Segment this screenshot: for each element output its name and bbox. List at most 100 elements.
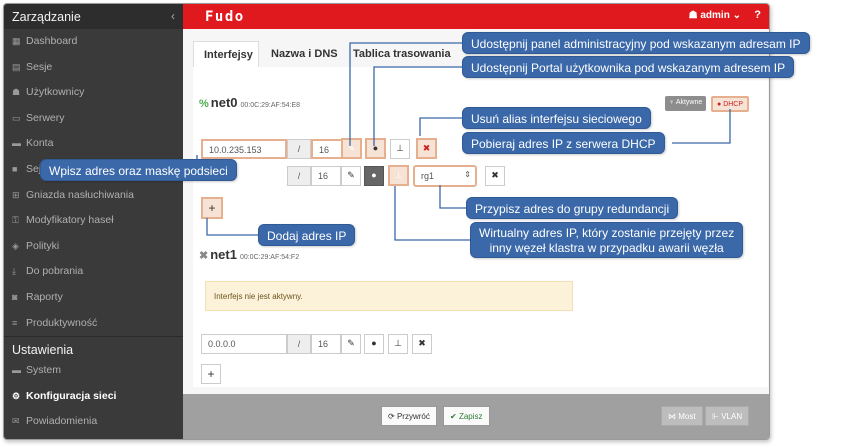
refresh-icon: ⟳ <box>388 412 397 421</box>
film-icon: ▤ <box>12 61 21 72</box>
car-icon: ◙ <box>12 291 18 302</box>
sidebar-item-modyfikatory-haseł[interactable]: ⚿ Modyfikatory haseł <box>4 208 183 234</box>
callout-admin-panel: Udostępnij panel administracyjny pod wsk… <box>462 32 810 54</box>
sidebar-item-polityki[interactable]: ◈ Polityki <box>4 234 183 260</box>
vlan-button[interactable]: ⊩ VLAN <box>705 406 750 426</box>
folder-icon: ▬ <box>12 365 21 376</box>
dhcp-badge[interactable]: ● DHCP <box>711 96 750 112</box>
sidebar-item-serwery[interactable]: ▭ Serwery <box>4 106 183 132</box>
sidebar-item-użytkownicy[interactable]: ☗ Użytkownicy <box>4 80 183 106</box>
netmask-input-net1[interactable]: 16 <box>311 334 341 354</box>
vlan-icon: ⊩ <box>712 412 722 421</box>
add-ip-button-net1[interactable]: + <box>201 364 221 384</box>
user-menu[interactable]: ☗ admin ⌄ <box>689 10 741 21</box>
sitemap-icon[interactable]: ⊥ <box>390 139 410 159</box>
user-icon: ☗ <box>688 10 701 21</box>
tab-name-dns[interactable]: Nazwa i DNS <box>261 41 348 67</box>
sidebar-item-label: Serwery <box>26 111 65 124</box>
globe-button-icon[interactable]: ● <box>365 138 386 159</box>
check-icon: ✔ <box>450 412 459 421</box>
globe-icon-net1[interactable]: ● <box>364 334 384 354</box>
wrench-icon[interactable]: ✎ <box>341 138 362 159</box>
ip-address-input-1[interactable]: 10.0.235.153 <box>201 139 287 159</box>
add-ip-button[interactable]: + <box>201 197 223 219</box>
revert-button[interactable]: ⟳ Przywróć <box>381 406 437 426</box>
chevron-left-icon[interactable]: ‹ <box>171 9 175 23</box>
bulb-icon: ♀ <box>669 99 676 106</box>
active-badge[interactable]: ♀ Aktywne <box>665 96 707 111</box>
bridge-button[interactable]: ⋈ Most <box>661 406 703 426</box>
link-icon: % <box>199 98 209 110</box>
sidebar-item-konta[interactable]: ▬ Konta <box>4 131 183 157</box>
sidebar-item-system[interactable]: ▬ System <box>4 358 183 384</box>
cogs-icon: ⚙ <box>12 390 21 401</box>
sidebar-section-settings: Ustawienia <box>4 336 183 358</box>
active-badge-label: Aktywne <box>675 99 703 106</box>
remove-alias-icon[interactable]: ✖ <box>416 138 437 159</box>
dashboard-icon: ▦ <box>12 36 21 46</box>
globe-icon-2[interactable]: ● <box>364 166 384 186</box>
tab-routing-table[interactable]: Tablica trasowania <box>343 41 461 67</box>
sidebar-item-label: Modyfikatory haseł <box>26 214 114 227</box>
net0-mac: 00:0C:29:AF:54:E8 <box>240 102 301 109</box>
slash-separator-2: / <box>287 166 311 186</box>
sidebar-item-label: Produktywność <box>26 316 98 329</box>
users-icon: ☗ <box>12 87 21 98</box>
sitemap-icon-net1[interactable]: ⊥ <box>388 334 408 354</box>
folder-icon: ▬ <box>12 138 21 149</box>
sidebar-item-do-pobrania[interactable]: ⤓ Do pobrania <box>4 259 183 285</box>
download-icon: ⤓ <box>12 266 16 277</box>
net1-mac: 00:0C:29:AF:54:F2 <box>239 254 300 261</box>
help-button[interactable]: ? <box>754 9 761 21</box>
callout-virtual-ip: Wirtualny adres IP, który zostanie przej… <box>470 222 744 258</box>
unlink-icon: ✖ <box>199 250 209 262</box>
tab-interfaces[interactable]: Interfejsy <box>193 41 259 67</box>
top-bar: Fudo ☗ admin ⌄ ? <box>183 4 769 29</box>
wrench-icon-net1[interactable]: ✎ <box>341 334 361 354</box>
sidebar-item-label: Raporty <box>26 290 63 303</box>
sidebar-item-label: Dashboard <box>26 35 78 47</box>
sidebar-item-label: Konfiguracja sieci <box>26 389 117 402</box>
callout-ip-mask: Wpisz adres oraz maskę podsieci <box>40 159 237 181</box>
sidebar-item-powiadomienia[interactable]: ✉ Powiadomienia <box>4 409 183 435</box>
dhcp-badge-label: DHCP <box>723 101 744 108</box>
callout-add-ip: Dodaj adres IP <box>258 224 356 246</box>
sidebar-item-label: Do pobrania <box>26 265 84 278</box>
save-button[interactable]: ✔ Zapisz <box>443 406 490 426</box>
sidebar-item-label: Sesje <box>26 60 53 73</box>
sidebar-header[interactable]: Zarządzanie ‹ <box>4 4 183 29</box>
callout-virtual-ip-line1: Wirtualny adres IP, który zostanie przej… <box>479 226 735 240</box>
remove-icon-net1[interactable]: ✖ <box>412 334 432 354</box>
sidebar-item-dashboard[interactable]: ▦ Dashboard <box>4 29 183 55</box>
list-icon: ≡ <box>12 317 18 328</box>
user-name: admin <box>700 10 730 21</box>
bridge-label: Most <box>678 412 696 421</box>
chevron-down-icon: ⌄ <box>729 10 741 21</box>
callout-user-portal: Udostępnij Portal użytkownika pod wskaza… <box>462 56 795 78</box>
sitemap-icon-2[interactable]: ⊥ <box>388 165 409 186</box>
net1-name: net1 <box>210 247 237 262</box>
remove-icon-2[interactable]: ✖ <box>485 166 505 186</box>
sidebar-item-label: Użytkownicy <box>26 86 85 99</box>
redundancy-group-value: rg1 <box>421 171 435 181</box>
sidebar-item-produktywność[interactable]: ≡ Produktywność <box>4 311 183 337</box>
callout-remove-alias: Usuń alias interfejsu sieciowego <box>462 107 651 129</box>
netmask-input-2[interactable]: 16 <box>311 166 341 186</box>
sidebar-item-gniazda-nasłuchiwania[interactable]: ⊞ Gniazda nasłuchiwania <box>4 183 183 209</box>
sidebar-header-label: Zarządzanie <box>12 10 81 24</box>
net0-name: net0 <box>210 95 238 110</box>
slash-separator-1: / <box>287 139 311 159</box>
redundancy-group-select[interactable]: rg1 ⇕ <box>413 165 477 187</box>
sidebar-item-konfiguracja-sieci[interactable]: ⚙ Konfiguracja sieci <box>4 384 183 410</box>
sidebar-item-label: Gniazda nasłuchiwania <box>26 188 134 201</box>
sidebar-item-sesje[interactable]: ▤ Sesje <box>4 55 183 81</box>
wrench-icon-2[interactable]: ✎ <box>341 166 361 186</box>
ip-address-input-net1[interactable]: 0.0.0.0 <box>201 334 287 354</box>
bridge-icon: ⋈ <box>668 412 679 421</box>
sidebar-item-raporty[interactable]: ◙ Raporty <box>4 285 183 311</box>
footer-bar: ⟳ Przywróć ✔ Zapisz ⋈ Most ⊩ VLAN <box>183 394 769 439</box>
key-icon: ⚿ <box>12 215 19 226</box>
vlan-label: VLAN <box>721 412 743 421</box>
shield-icon: ◈ <box>12 240 19 251</box>
socket-icon: ⊞ <box>12 189 20 200</box>
